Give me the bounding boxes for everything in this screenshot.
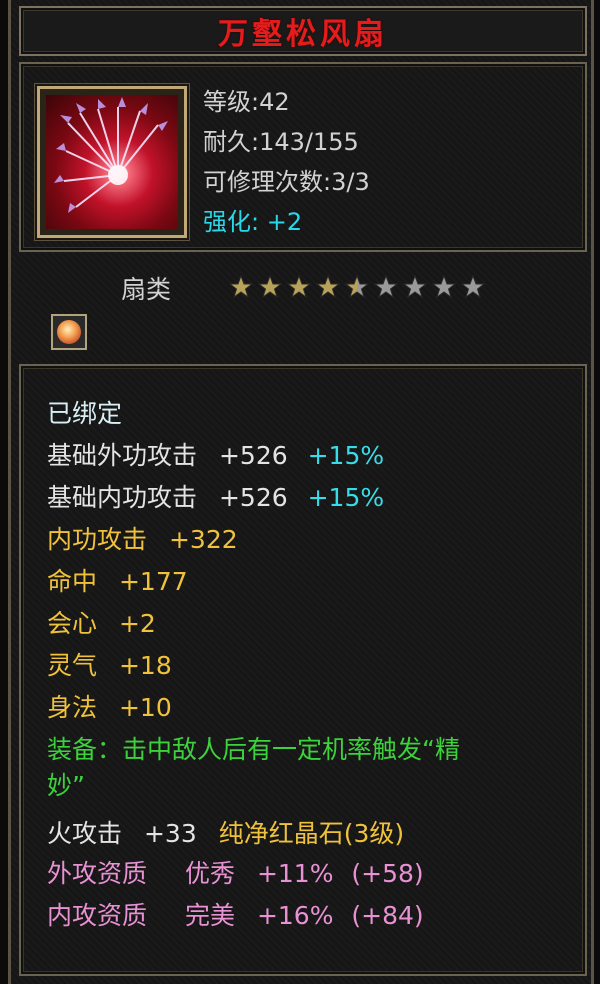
- item-icon-frame: [37, 86, 187, 238]
- quality-bonus: (+58): [351, 859, 424, 888]
- enhance-label: 强化:: [203, 208, 260, 236]
- star-icon: [403, 275, 427, 299]
- item-star-rating: [229, 275, 485, 299]
- star-icon: [461, 275, 485, 299]
- stat-label: 基础内功攻击: [47, 483, 198, 512]
- equip-effect-line1: 装备：击中敌人后有一定机率触发“精: [47, 735, 460, 764]
- gem-icon: [57, 320, 81, 344]
- gem-stat-row: 火攻击 +33 纯净红晶石(3级): [47, 814, 404, 850]
- stat-bonus: +15%: [307, 441, 385, 470]
- stat-row: 基础外功攻击 +526 +15%: [47, 436, 384, 472]
- item-level: 等级:42: [203, 88, 290, 116]
- item-enhance: 强化: +2: [203, 202, 302, 237]
- star-icon: [345, 275, 369, 299]
- stat-row: 内功攻击 +322: [47, 520, 238, 556]
- item-durability: 耐久:143/155: [203, 128, 359, 156]
- fan-weapon-icon: [46, 95, 178, 229]
- star-icon: [432, 275, 456, 299]
- stat-value: +526: [218, 483, 288, 512]
- stat-value: +322: [168, 525, 238, 554]
- stat-row: 基础内功攻击 +526 +15%: [47, 478, 384, 514]
- item-title-bar: 万壑松风扇: [19, 6, 587, 56]
- stat-label: 命中: [47, 567, 98, 596]
- enhance-value: +2: [266, 208, 303, 236]
- stat-value: +10: [118, 693, 172, 722]
- stat-row: 灵气 +18: [47, 646, 172, 682]
- gem-name: 纯净红晶石(3级): [218, 819, 405, 848]
- quality-percent: +16%: [256, 901, 334, 930]
- quality-grade: 优秀: [184, 859, 235, 888]
- stat-label: 身法: [47, 693, 98, 722]
- stat-label: 灵气: [47, 651, 98, 680]
- star-icon: [258, 275, 282, 299]
- quality-label: 外攻资质: [47, 859, 148, 888]
- star-icon: [374, 275, 398, 299]
- gem-socket-icon[interactable]: [51, 314, 87, 350]
- equip-effect-line2: 妙”: [47, 771, 85, 800]
- star-icon: [316, 275, 340, 299]
- stat-row: 身法 +10: [47, 688, 172, 724]
- bound-status: 已绑定: [47, 399, 123, 428]
- quality-row: 外攻资质 优秀 +11% (+58): [47, 854, 424, 890]
- stat-label: 会心: [47, 609, 98, 638]
- stat-value: +177: [118, 567, 188, 596]
- stat-label: 内功攻击: [47, 525, 148, 554]
- stat-row: 会心 +2: [47, 604, 156, 640]
- stat-label: 基础外功攻击: [47, 441, 198, 470]
- gem-stat-label: 火攻击: [47, 819, 123, 848]
- quality-label: 内攻资质: [47, 901, 148, 930]
- quality-bonus: (+84): [351, 901, 424, 930]
- stat-bonus: +15%: [307, 483, 385, 512]
- item-category: 扇类: [121, 275, 172, 304]
- stat-value: +526: [218, 441, 288, 470]
- item-name: 万壑松风扇: [218, 17, 388, 52]
- stat-row: 命中 +177: [47, 562, 188, 598]
- gem-stat-value: +33: [143, 819, 197, 848]
- item-tooltip: 万壑松风扇 等级:42 耐久:143/155 可修理次数:3/3 强化: +2 …: [8, 0, 594, 984]
- quality-row: 内攻资质 完美 +16% (+84): [47, 896, 424, 932]
- quality-percent: +11%: [256, 859, 334, 888]
- stat-value: +18: [118, 651, 172, 680]
- star-icon: [229, 275, 253, 299]
- quality-grade: 完美: [184, 901, 235, 930]
- item-stats-panel: 已绑定 基础外功攻击 +526 +15% 基础内功攻击 +526 +15% 内功…: [19, 364, 587, 976]
- star-icon: [287, 275, 311, 299]
- item-header-panel: 等级:42 耐久:143/155 可修理次数:3/3 强化: +2: [19, 62, 587, 252]
- item-repair-count: 可修理次数:3/3: [203, 168, 370, 196]
- stat-value: +2: [118, 609, 156, 638]
